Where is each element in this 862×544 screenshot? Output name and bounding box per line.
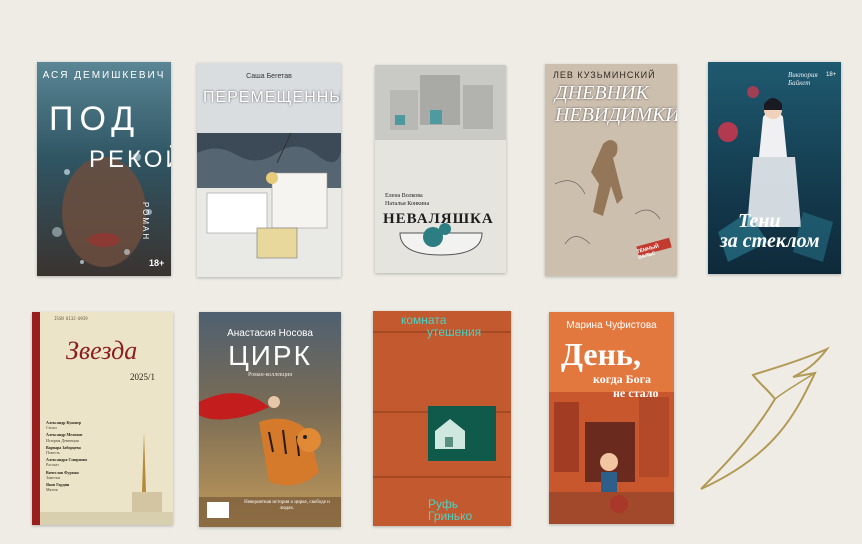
book-cover-tsirk[interactable]: Анастасия Носова ЦИРК Роман-коллекция Не… [199,312,341,527]
book-author: Марина Чуфистова [566,320,657,331]
publisher-logo [207,502,229,518]
table-of-contents: Александр Кушнер Стихи Александр Мелихов… [46,420,126,492]
toc-work: Заметки [46,474,60,480]
toc-work: История Деменции [46,437,79,443]
book-cover-zvezda[interactable]: ISSN 0132-0939 Звезда 2025/1 Александр К… [32,312,173,525]
book-title-line3: не стало [613,386,659,400]
book-title-line2: утешения [427,325,482,339]
ribbon-flourish-icon [700,346,831,490]
age-rating: 18+ [149,258,165,268]
book-title-line1: ПОД [49,100,141,138]
book-title-line1: День, [561,336,641,372]
toc-work: Повесть [46,449,60,455]
book-cover-pod-rekoy[interactable]: АСЯ ДЕМИШКЕВИЧ ПОД РЕКОЙ РОМАН 18+ [37,62,171,276]
book-subtitle: Роман-коллекция [248,372,292,378]
house-miniature-illustration [373,331,511,478]
book-author-line2: Гринько [428,509,473,523]
book-title-line1: Дневник [555,82,649,104]
book-title: Перемещенные [203,89,341,106]
book-cover-den-kogda-boga-ne-stalo[interactable]: Марина Чуфистова День, когда Бога не ста… [549,312,674,524]
book-cover-teni-za-steklom[interactable]: Виктория Байкет 18+ Тени за стеклом [708,62,841,274]
book-author-1: Елена Волкова [385,193,423,199]
book-genre: РОМАН [141,202,150,242]
book-cover-dnevnik-nevidimki[interactable]: ЛЕВ КУЗЬМИНСКИЙ Дневник Невидимки тёмный… [545,64,677,276]
book-blurb: Невероятная история о цирке, свободе и л… [244,500,330,511]
book-author-2: Наталья Конкина [385,201,430,207]
city-and-bathtub-illustration [375,65,506,256]
book-cover-peremeshchennye[interactable]: Саша Бегетав Перемещенные [197,63,341,277]
book-title-line2: за стеклом [720,230,820,252]
book-grid-page: { "books": [ { "author": "АСЯ ДЕМИШКЕВИЧ… [0,0,862,544]
age-rating: 18+ [826,72,837,78]
book-title: НЕВАЛЯШКА [383,211,494,227]
magazine-title: Звезда [66,336,138,365]
book-title-line2: Невидимки [555,104,677,126]
spine-stripe [32,312,40,525]
toc-work: Мятеж [46,487,58,493]
book-author: Анастасия Носова [227,328,313,339]
book-title: ЦИРК [228,340,312,371]
book-title-line2: РЕКОЙ [89,146,171,173]
book-title-line2: когда Бога [593,372,652,386]
magazine-issue: 2025/1 [130,372,156,382]
book-cover-nevalyashka[interactable]: Елена Волкова Наталья Конкина НЕВАЛЯШКА [375,65,506,273]
toc-work: Стихи [46,425,57,431]
book-author: АСЯ ДЕМИШКЕВИЧ [42,70,166,81]
book-author: Саша Бегетав [246,73,292,80]
book-cover-komnata-utesheniya[interactable]: комната утешения Руфь Гринько [373,311,511,526]
magazine-issn: ISSN 0132-0939 [54,316,88,321]
book-author: ЛЕВ КУЗЬМИНСКИЙ [553,70,656,80]
toc-work: Рассказ [46,462,59,468]
